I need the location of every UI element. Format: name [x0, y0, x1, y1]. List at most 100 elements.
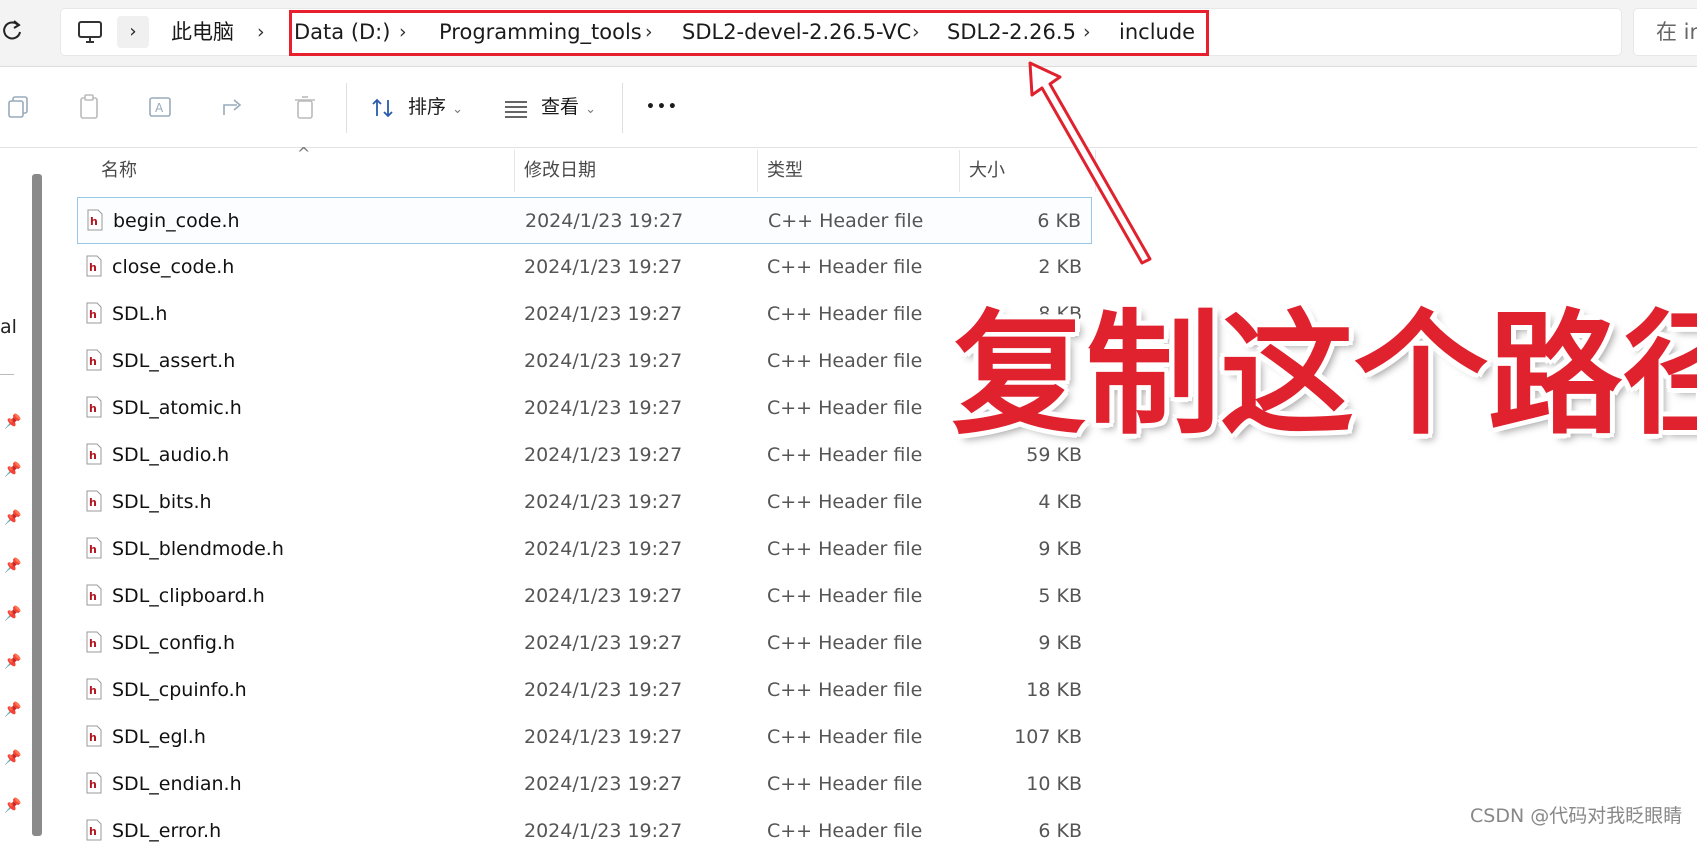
- file-modified-date: 2024/1/23 19:27: [524, 726, 683, 748]
- pin-icon[interactable]: 📌: [4, 750, 21, 766]
- more-options-button[interactable]: •••: [646, 87, 679, 127]
- header-file-icon: h: [86, 678, 102, 700]
- column-divider[interactable]: [514, 150, 515, 192]
- column-header-name[interactable]: 名称: [101, 150, 137, 192]
- paste-icon[interactable]: [76, 93, 104, 121]
- file-size: 9 KB: [1038, 632, 1082, 654]
- file-name[interactable]: SDL_assert.h: [112, 338, 235, 385]
- pin-icon[interactable]: 📌: [4, 702, 21, 718]
- pin-icon[interactable]: 📌: [4, 414, 21, 430]
- svg-text:h: h: [89, 825, 97, 838]
- svg-text:h: h: [89, 778, 97, 791]
- pin-icon[interactable]: 📌: [4, 654, 21, 670]
- refresh-icon[interactable]: [0, 16, 26, 46]
- chevron-down-icon: ⌄: [452, 102, 463, 117]
- file-size: 107 KB: [1014, 726, 1082, 748]
- file-row[interactable]: h SDL_bits.h 2024/1/23 19:27 C++ Header fil…: [77, 479, 1092, 526]
- file-row[interactable]: h SDL_clipboard.h 2024/1/23 19:27 C++ Heade…: [77, 573, 1092, 620]
- header-file-icon: h: [86, 396, 102, 418]
- pin-icon[interactable]: 📌: [4, 798, 21, 814]
- file-name[interactable]: SDL_clipboard.h: [112, 573, 265, 620]
- svg-text:h: h: [89, 308, 97, 321]
- header-file-icon: h: [86, 302, 102, 324]
- file-row[interactable]: h begin_code.h 2024/1/23 19:27 C++ Header f…: [77, 197, 1092, 244]
- svg-text:h: h: [89, 449, 97, 462]
- breadcrumb-expand-button[interactable]: ›: [117, 16, 149, 48]
- header-file-icon: h: [86, 772, 102, 794]
- nav-partial-label[interactable]: al: [0, 316, 17, 338]
- rename-icon[interactable]: A: [147, 93, 175, 121]
- file-row[interactable]: h SDL_endian.h 2024/1/23 19:27 C++ Header f…: [77, 761, 1092, 808]
- column-header-type[interactable]: 类型: [767, 150, 803, 192]
- chevron-right-icon[interactable]: ›: [257, 9, 265, 55]
- file-name[interactable]: SDL_audio.h: [112, 432, 229, 479]
- view-button[interactable]: 查看 ⌄: [503, 87, 596, 127]
- file-row[interactable]: h SDL_egl.h 2024/1/23 19:27 C++ Header file…: [77, 714, 1092, 761]
- file-name[interactable]: SDL_bits.h: [112, 479, 212, 526]
- file-list: h begin_code.h 2024/1/23 19:27 C++ Header f…: [77, 197, 1092, 855]
- share-icon[interactable]: [219, 93, 247, 121]
- file-row[interactable]: h SDL_cpuinfo.h 2024/1/23 19:27 C++ Header …: [77, 667, 1092, 714]
- file-row[interactable]: h SDL_error.h 2024/1/23 19:27 C++ Header fi…: [77, 808, 1092, 855]
- pin-icon[interactable]: 📌: [4, 558, 21, 574]
- path-highlight-box: [289, 10, 1209, 56]
- sort-label: 排序: [408, 96, 447, 118]
- file-modified-date: 2024/1/23 19:27: [525, 210, 684, 232]
- view-label: 查看: [541, 96, 580, 118]
- header-file-icon: h: [86, 443, 102, 465]
- file-row[interactable]: h SDL_assert.h 2024/1/23 19:27 C++ Header f…: [77, 338, 1092, 385]
- copy-icon[interactable]: [5, 93, 33, 121]
- file-modified-date: 2024/1/23 19:27: [524, 773, 683, 795]
- column-divider[interactable]: [959, 150, 960, 192]
- file-name[interactable]: close_code.h: [112, 244, 234, 291]
- file-type: C++ Header file: [767, 444, 923, 466]
- header-file-icon: h: [86, 349, 102, 371]
- file-name[interactable]: SDL_config.h: [112, 620, 235, 667]
- navigation-pane: al 📌 📌 📌 📌 📌 📌 📌 📌 📌: [0, 148, 46, 836]
- file-modified-date: 2024/1/23 19:27: [524, 350, 683, 372]
- file-name[interactable]: SDL_cpuinfo.h: [112, 667, 247, 714]
- file-name[interactable]: SDL_endian.h: [112, 761, 242, 808]
- file-row[interactable]: h SDL_config.h 2024/1/23 19:27 C++ Header f…: [77, 620, 1092, 667]
- sort-button[interactable]: 排序 ⌄: [370, 87, 463, 127]
- column-divider[interactable]: [757, 150, 758, 192]
- header-file-icon: h: [86, 537, 102, 559]
- file-modified-date: 2024/1/23 19:27: [524, 444, 683, 466]
- pin-icon[interactable]: 📌: [4, 462, 21, 478]
- sort-ascending-icon: ^: [297, 144, 311, 163]
- pin-icon[interactable]: 📌: [4, 606, 21, 622]
- file-type: C++ Header file: [767, 726, 923, 748]
- pin-icon[interactable]: 📌: [4, 510, 21, 526]
- file-row[interactable]: h SDL_audio.h 2024/1/23 19:27 C++ Header fi…: [77, 432, 1092, 479]
- file-name[interactable]: SDL_blendmode.h: [112, 526, 284, 573]
- this-pc-icon: [77, 20, 103, 44]
- file-name[interactable]: begin_code.h: [113, 198, 240, 245]
- annotation-arrow: [1028, 61, 1152, 265]
- header-file-icon: h: [86, 584, 102, 606]
- nav-scrollbar[interactable]: [32, 174, 42, 836]
- toolbar-divider: [346, 83, 347, 133]
- file-row[interactable]: h close_code.h 2024/1/23 19:27 C++ Header f…: [77, 244, 1092, 291]
- file-row[interactable]: h SDL_blendmode.h 2024/1/23 19:27 C++ Heade…: [77, 526, 1092, 573]
- breadcrumb-this-pc[interactable]: 此电脑: [171, 9, 234, 55]
- file-row[interactable]: h SDL_atomic.h 2024/1/23 19:27 C++ Header f…: [77, 385, 1092, 432]
- sort-icon: [370, 96, 396, 118]
- file-name[interactable]: SDL_error.h: [112, 808, 221, 855]
- file-name[interactable]: SDL_atomic.h: [112, 385, 242, 432]
- file-type: C++ Header file: [767, 397, 923, 419]
- file-size: 6 KB: [1038, 820, 1082, 842]
- delete-icon[interactable]: [291, 93, 319, 121]
- column-header-size[interactable]: 大小: [969, 150, 1005, 192]
- header-file-icon: h: [86, 819, 102, 841]
- file-modified-date: 2024/1/23 19:27: [524, 538, 683, 560]
- file-name[interactable]: SDL_egl.h: [112, 714, 206, 761]
- svg-text:h: h: [89, 637, 97, 650]
- search-placeholder: 在 in: [1656, 20, 1697, 44]
- file-type: C++ Header file: [767, 679, 923, 701]
- search-input[interactable]: 在 in: [1633, 8, 1697, 56]
- header-file-icon: h: [86, 725, 102, 747]
- file-type: C++ Header file: [767, 773, 923, 795]
- file-row[interactable]: h SDL.h 2024/1/23 19:27 C++ Header file 8 KB: [77, 291, 1092, 338]
- column-header-date[interactable]: 修改日期: [524, 150, 596, 192]
- file-name[interactable]: SDL.h: [112, 291, 167, 338]
